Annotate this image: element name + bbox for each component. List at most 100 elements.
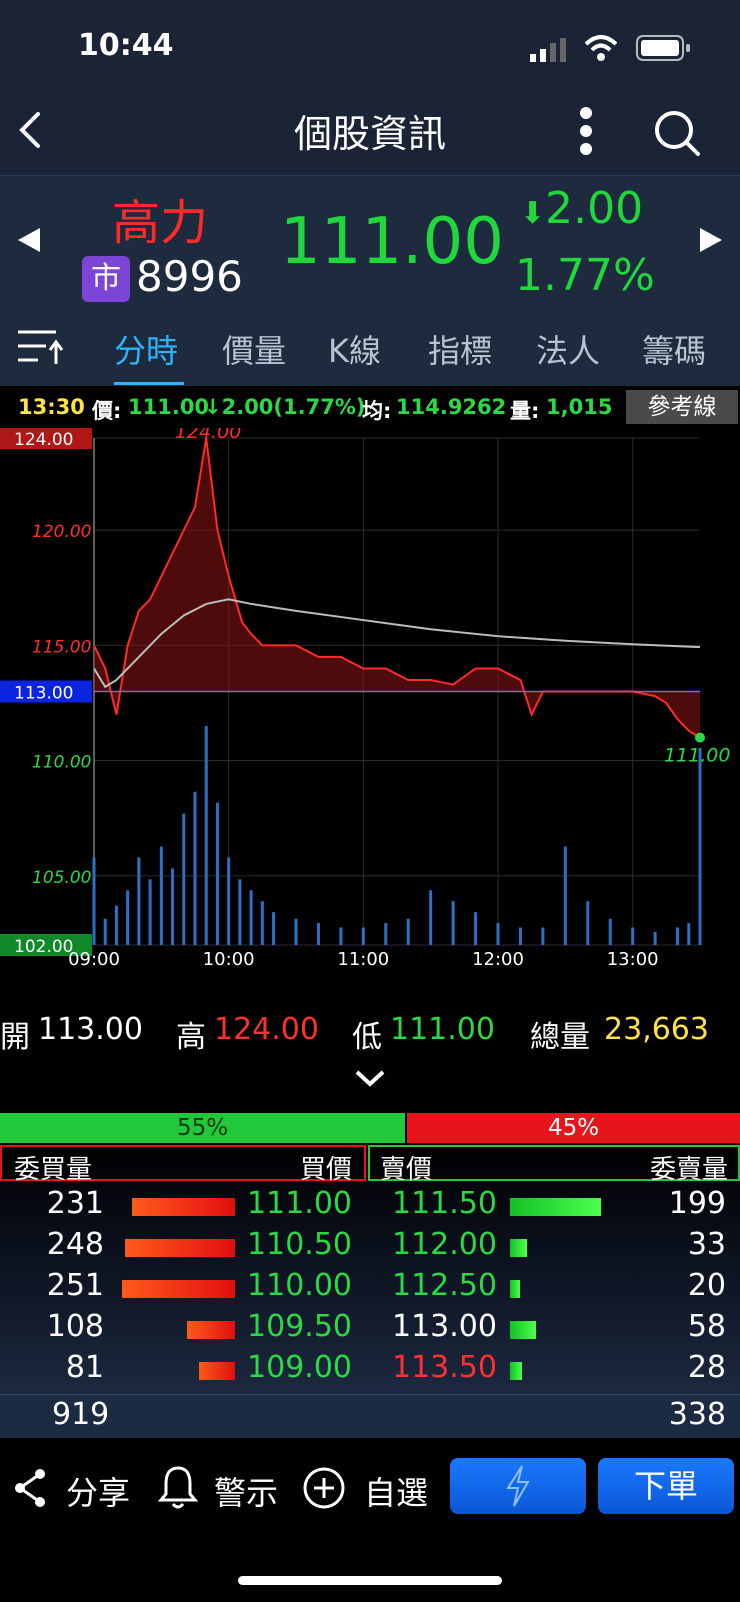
watchlist-button[interactable]: 自選 [364, 1468, 428, 1514]
alert-button[interactable]: 警示 [214, 1468, 278, 1514]
open-label: 開 [0, 1020, 30, 1055]
sell-qty: 199 [668, 1186, 726, 1221]
price-change-pct: 1.77% [515, 250, 655, 301]
volume-bar [608, 918, 612, 945]
volume-bar [451, 901, 455, 945]
chevron-down-icon[interactable] [354, 1068, 386, 1088]
volume-bar [103, 918, 107, 945]
buy-qty-bar [124, 1239, 235, 1257]
intraday-chart: 124.00 120.00 115.00 113.00 110.00 105.00 102.… [0, 428, 730, 970]
volume-bar [193, 791, 197, 945]
sort-menu-icon[interactable] [16, 326, 64, 368]
tab-price-volume[interactable]: 價量 [222, 326, 286, 372]
price-change: ⬇2.00 [520, 183, 644, 234]
volume-bar [137, 857, 141, 945]
info-vol: 1,015 [546, 395, 613, 419]
share-icon[interactable] [12, 1468, 48, 1508]
buy-ratio-bar: 55% [0, 1113, 405, 1143]
tab-kline[interactable]: K線 [328, 326, 381, 372]
sell-price: 112.50 [392, 1268, 497, 1303]
sell-qty-bar [510, 1321, 537, 1339]
tab-chips[interactable]: 籌碼 [642, 326, 706, 372]
x-tick-label: 10:00 [203, 949, 255, 970]
tab-institutional[interactable]: 法人 [536, 326, 600, 372]
order-book-row: 81 109.00 113.50 28 [0, 1350, 740, 1390]
y-axis-labels: 124.00 120.00 115.00 113.00 110.00 105.00 102.… [0, 428, 92, 957]
high-value: 124.00 [214, 1012, 319, 1047]
volume-bar [361, 927, 365, 945]
price-area [94, 438, 700, 738]
buy-qty: 251 [46, 1268, 104, 1303]
buy-price: 110.00 [247, 1268, 352, 1303]
sell-price: 113.00 [392, 1309, 497, 1344]
y-tick-label: 105.00 [32, 868, 91, 888]
buy-qty-bar [199, 1362, 235, 1380]
volume-bar [631, 927, 635, 945]
buy-qty: 108 [46, 1309, 104, 1344]
order-book-row: 251 110.00 112.50 20 [0, 1268, 740, 1308]
volume-bar [429, 890, 433, 945]
volume-bar [474, 912, 478, 945]
tab-intraday[interactable]: 分時 [114, 326, 178, 372]
volume-bar [676, 927, 680, 945]
volume-bar [339, 927, 343, 945]
place-order-button[interactable]: 下單 [598, 1458, 734, 1514]
low-value: 111.00 [390, 1012, 495, 1047]
high-label: 高 [176, 1020, 206, 1055]
market-badge: 市 [82, 256, 130, 302]
lightning-icon [506, 1465, 530, 1507]
volume-bars [92, 726, 702, 945]
quick-order-button[interactable] [450, 1458, 586, 1514]
down-arrow-icon: ↓ [204, 395, 222, 419]
y-tick-label: 110.00 [32, 753, 91, 773]
volume-bar [204, 726, 208, 945]
bell-icon[interactable] [158, 1464, 198, 1510]
reference-line-button[interactable]: 參考線 [626, 390, 738, 424]
info-price-label: 價: [92, 399, 122, 423]
order-book-row: 108 109.50 113.00 58 [0, 1309, 740, 1349]
more-menu-icon[interactable] [578, 106, 594, 156]
info-vol-label: 量: [510, 399, 540, 423]
low-label: 低 [352, 1020, 382, 1055]
volume-bar [215, 802, 219, 945]
volume-bar [238, 879, 242, 945]
volume-bar [541, 927, 545, 945]
signal-icon [530, 38, 566, 62]
buy-qty-bar [122, 1280, 235, 1298]
volume-bar [294, 918, 298, 945]
buy-qty: 248 [46, 1227, 104, 1262]
buy-header: 委買量 買價 [0, 1145, 366, 1185]
prev-stock-button[interactable] [16, 226, 42, 254]
buy-price: 110.50 [247, 1227, 352, 1262]
open-value: 113.00 [38, 1012, 143, 1047]
add-circle-icon[interactable] [302, 1466, 346, 1510]
volume-bar [171, 868, 175, 945]
sell-price: 113.50 [392, 1350, 497, 1385]
search-icon[interactable] [652, 108, 702, 158]
buy-qty: 81 [65, 1350, 104, 1385]
sell-qty-header: 委賣量 [649, 1155, 728, 1185]
volume-bar [586, 901, 590, 945]
x-axis-labels: 09:00 10:00 11:00 12:00 13:00 [68, 949, 659, 970]
volume-bar [406, 918, 410, 945]
volume-bar [272, 912, 276, 945]
share-button[interactable]: 分享 [66, 1468, 130, 1514]
volume-bar [126, 890, 130, 945]
buy-qty: 231 [46, 1186, 104, 1221]
info-change: ↓2.00(1.77%) [204, 395, 366, 419]
order-book-totals: 919 338 [0, 1394, 740, 1439]
buy-qty-header: 委買量 [14, 1155, 93, 1185]
last-price-label: 111.00 [664, 745, 730, 767]
sell-qty-bar [510, 1280, 520, 1298]
sell-qty-bar [510, 1362, 522, 1380]
sell-ratio-bar: 45% [407, 1113, 740, 1143]
buy-qty-bar [187, 1321, 235, 1339]
sell-qty: 33 [687, 1227, 726, 1262]
tab-indicators[interactable]: 指標 [428, 326, 492, 372]
buy-price-header: 買價 [299, 1155, 352, 1185]
volume-bar [114, 905, 118, 945]
next-stock-button[interactable] [698, 226, 724, 254]
page-title: 個股資訊 [293, 112, 446, 156]
volume-bar [227, 857, 231, 945]
volume-bar [384, 923, 388, 945]
